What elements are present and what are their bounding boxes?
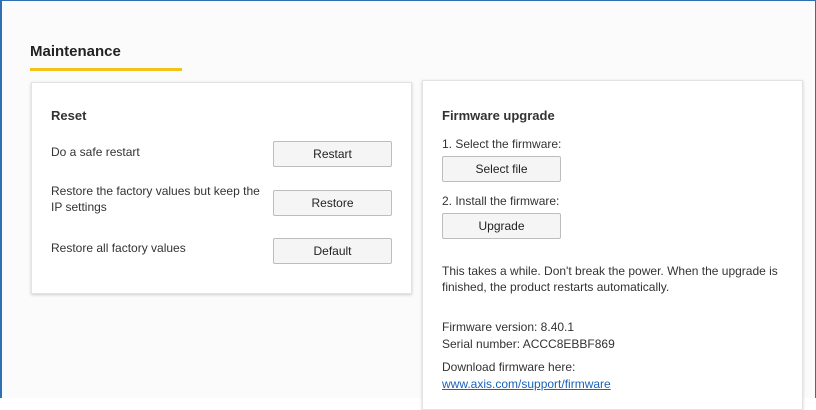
firmware-version: Firmware version: 8.40.1 — [442, 320, 575, 334]
restore-button[interactable]: Restore — [273, 190, 392, 216]
restart-button[interactable]: Restart — [273, 141, 392, 167]
default-description: Restore all factory values — [51, 241, 186, 255]
select-file-button[interactable]: Select file — [442, 156, 561, 182]
serial-number: Serial number: ACCC8EBBF869 — [442, 337, 615, 351]
download-firmware-link[interactable]: www.axis.com/support/firmware — [442, 377, 611, 391]
firmware-title: Firmware upgrade — [442, 108, 555, 123]
install-firmware-label: 2. Install the firmware: — [442, 194, 560, 208]
reset-title: Reset — [51, 108, 87, 123]
restart-description: Do a safe restart — [51, 145, 140, 159]
reset-card: Reset Do a safe restart Restart Restore … — [31, 82, 412, 294]
firmware-card: Firmware upgrade 1. Select the firmware:… — [422, 80, 803, 410]
upgrade-button[interactable]: Upgrade — [442, 213, 561, 239]
restore-description: Restore the factory values but keep the … — [51, 184, 260, 214]
page-title: Maintenance — [30, 43, 121, 60]
select-firmware-label: 1. Select the firmware: — [442, 137, 562, 151]
upgrade-warning-text: This takes a while. Don't break the powe… — [442, 264, 778, 294]
download-label: Download firmware here: — [442, 360, 576, 374]
title-accent-underline — [30, 68, 182, 71]
default-button[interactable]: Default — [273, 238, 392, 264]
